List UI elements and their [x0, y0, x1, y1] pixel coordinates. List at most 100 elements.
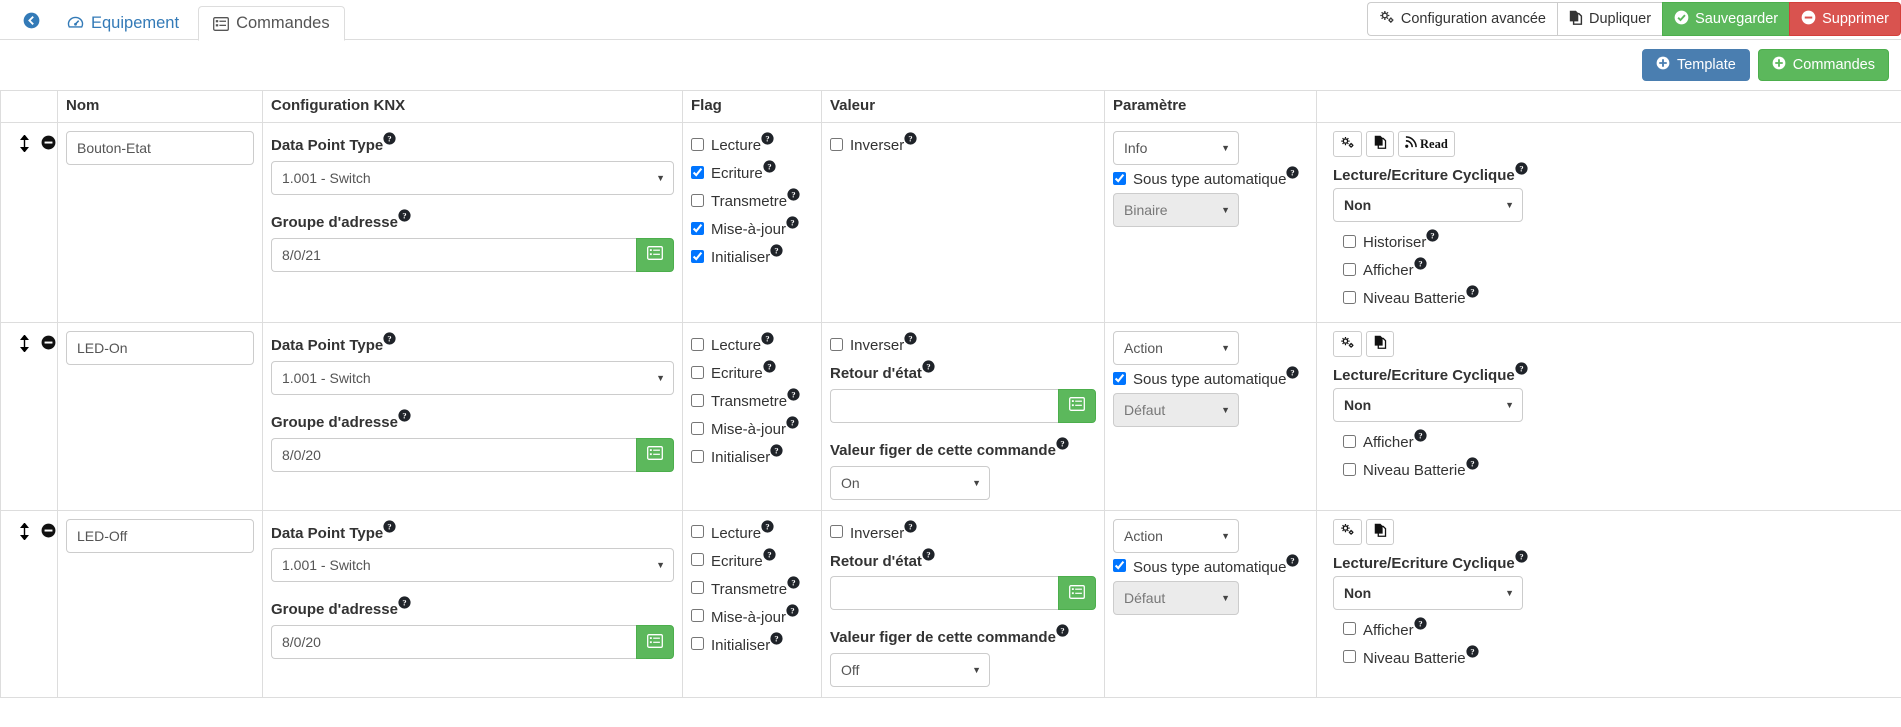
afficher[interactable]: Afficher? — [1333, 256, 1893, 282]
sous-type-automatique-checkbox[interactable] — [1113, 559, 1126, 572]
niveau-batterie-checkbox[interactable] — [1343, 290, 1356, 304]
flag-mise---jour-checkbox[interactable] — [691, 221, 704, 235]
data-point-type-select[interactable]: 1.001 - Switch — [271, 548, 674, 583]
question-circle-icon[interactable]: ? — [786, 416, 799, 429]
flag-lecture-checkbox[interactable] — [691, 525, 704, 538]
row-duplicate-button[interactable] — [1366, 518, 1394, 545]
flag-ecriture[interactable]: Ecriture? — [691, 547, 813, 573]
flag-transmetre-checkbox[interactable] — [691, 193, 704, 207]
add-template-button[interactable]: Template — [1641, 49, 1750, 81]
afficher[interactable]: Afficher? — [1333, 428, 1893, 454]
inverser[interactable]: Inverser? — [830, 331, 1096, 357]
groupe-adresse-input[interactable] — [271, 437, 636, 472]
flag-mise---jour[interactable]: Mise-à-jour? — [691, 603, 813, 629]
data-point-type-select[interactable]: 1.001 - Switch — [271, 360, 674, 395]
flag-initialiser[interactable]: Initialiser? — [691, 631, 813, 657]
configuration-avancee-button[interactable]: Configuration avancée — [1366, 2, 1557, 36]
valeur-figer-select[interactable]: Off — [830, 653, 990, 687]
row-config-button[interactable] — [1333, 518, 1362, 545]
question-circle-icon[interactable]: ? — [787, 188, 800, 201]
inverser-checkbox[interactable] — [830, 337, 843, 351]
question-circle-icon[interactable]: ? — [761, 519, 774, 533]
question-circle-icon[interactable]: ? — [383, 519, 396, 533]
inverser[interactable]: Inverser? — [830, 519, 1096, 545]
retour-etat-input-picker-button[interactable] — [1058, 388, 1096, 423]
tab-commandes[interactable]: Commandes — [198, 6, 345, 41]
groupe-adresse-input-picker-button[interactable] — [636, 437, 674, 472]
afficher-checkbox[interactable] — [1343, 622, 1356, 635]
question-circle-icon[interactable]: ? — [383, 332, 396, 345]
question-circle-icon[interactable]: ? — [922, 360, 935, 373]
cyclique-select[interactable]: Non — [1333, 575, 1523, 610]
flag-mise---jour-checkbox[interactable] — [691, 609, 704, 622]
inverser-checkbox[interactable] — [830, 525, 843, 538]
question-circle-icon[interactable]: ? — [761, 332, 774, 345]
question-circle-icon[interactable]: ? — [904, 519, 917, 533]
dupliquer-button[interactable]: Dupliquer — [1557, 2, 1663, 36]
afficher-checkbox[interactable] — [1343, 262, 1356, 276]
valeur-figer-select[interactable]: On — [830, 465, 990, 500]
flag-lecture-checkbox[interactable] — [691, 137, 704, 151]
niveau-batterie-checkbox[interactable] — [1343, 650, 1356, 663]
question-circle-icon[interactable]: ? — [1515, 549, 1528, 563]
groupe-adresse-input-picker-button[interactable] — [636, 625, 674, 659]
question-circle-icon[interactable]: ? — [922, 547, 935, 561]
flag-ecriture[interactable]: Ecriture? — [691, 359, 813, 385]
historiser-checkbox[interactable] — [1343, 234, 1356, 248]
flag-transmetre-checkbox[interactable] — [691, 393, 704, 407]
question-circle-icon[interactable]: ? — [1465, 285, 1479, 298]
flag-mise---jour[interactable]: Mise-à-jour? — [691, 215, 813, 241]
flag-mise---jour-checkbox[interactable] — [691, 421, 704, 435]
question-circle-icon[interactable]: ? — [398, 209, 411, 222]
sous-type-automatique-checkbox[interactable] — [1113, 371, 1126, 385]
arrows-v-icon[interactable] — [19, 134, 30, 155]
niveau-batterie-checkbox[interactable] — [1343, 462, 1356, 476]
remove-row-button[interactable] — [41, 523, 56, 541]
retour-etat-input[interactable] — [830, 576, 1058, 611]
flag-initialiser-checkbox[interactable] — [691, 449, 704, 463]
data-point-type-select[interactable]: 1.001 - Switch — [271, 160, 674, 195]
flag-mise---jour[interactable]: Mise-à-jour? — [691, 415, 813, 441]
niveau-batterie[interactable]: Niveau Batterie? — [1333, 456, 1893, 482]
historiser[interactable]: Historiser? — [1333, 228, 1893, 254]
arrows-v-icon[interactable] — [19, 334, 30, 355]
question-circle-icon[interactable]: ? — [904, 332, 917, 345]
supprimer-button[interactable]: Supprimer — [1789, 2, 1901, 36]
question-circle-icon[interactable]: ? — [770, 631, 783, 645]
sous-type-automatique[interactable]: Sous type automatique? — [1113, 553, 1308, 579]
inverser[interactable]: Inverser? — [830, 131, 1096, 157]
row-read-button[interactable]: Read — [1398, 131, 1455, 157]
flag-initialiser-checkbox[interactable] — [691, 249, 704, 263]
back-button[interactable] — [14, 0, 48, 40]
question-circle-icon[interactable]: ? — [1515, 362, 1528, 375]
question-circle-icon[interactable]: ? — [763, 160, 776, 173]
cyclique-select[interactable]: Non — [1333, 188, 1523, 222]
afficher-checkbox[interactable] — [1343, 434, 1356, 448]
flag-transmetre[interactable]: Transmetre? — [691, 187, 813, 213]
row-config-button[interactable] — [1333, 331, 1362, 357]
flag-lecture-checkbox[interactable] — [691, 337, 704, 351]
sous-type-select[interactable]: Défaut — [1113, 580, 1239, 615]
question-circle-icon[interactable]: ? — [786, 216, 799, 229]
question-circle-icon[interactable]: ? — [383, 132, 396, 145]
sous-type-select[interactable]: Binaire — [1113, 193, 1239, 227]
flag-initialiser[interactable]: Initialiser? — [691, 443, 813, 469]
question-circle-icon[interactable]: ? — [787, 575, 800, 589]
question-circle-icon[interactable]: ? — [1414, 257, 1427, 270]
question-circle-icon[interactable]: ? — [1465, 457, 1479, 470]
question-circle-icon[interactable]: ? — [1414, 429, 1427, 442]
remove-row-button[interactable] — [41, 335, 56, 353]
flag-ecriture-checkbox[interactable] — [691, 165, 704, 179]
question-circle-icon[interactable]: ? — [1056, 437, 1069, 450]
row-duplicate-button[interactable] — [1366, 131, 1394, 157]
question-circle-icon[interactable]: ? — [1056, 624, 1069, 637]
question-circle-icon[interactable]: ? — [763, 360, 776, 373]
question-circle-icon[interactable]: ? — [398, 409, 411, 422]
flag-initialiser[interactable]: Initialiser? — [691, 243, 813, 269]
sous-type-automatique-checkbox[interactable] — [1113, 171, 1126, 185]
question-circle-icon[interactable]: ? — [770, 444, 783, 457]
flag-transmetre[interactable]: Transmetre? — [691, 387, 813, 413]
flag-lecture[interactable]: Lecture? — [691, 331, 813, 357]
row-duplicate-button[interactable] — [1366, 331, 1394, 357]
param-type-select[interactable]: Action — [1113, 518, 1239, 553]
